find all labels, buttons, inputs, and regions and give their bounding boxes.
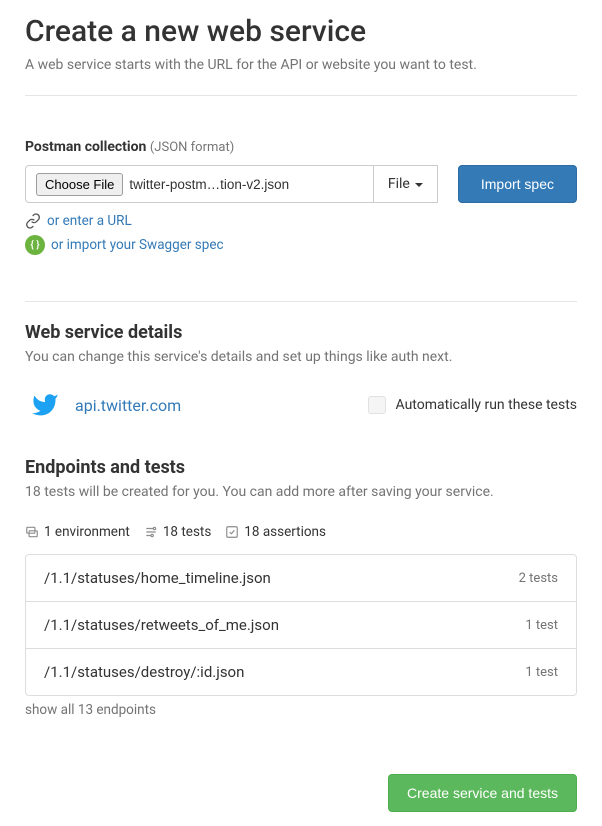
file-dropdown-label: File xyxy=(388,176,410,192)
sliders-icon xyxy=(144,525,158,539)
auto-run-label: Automatically run these tests xyxy=(396,397,577,413)
page-title: Create a new web service xyxy=(25,14,577,49)
stat-assertions: 18 assertions xyxy=(225,524,326,540)
endpoint-row[interactable]: /1.1/statuses/retweets_of_me.json 1 test xyxy=(26,602,576,649)
details-desc: You can change this service's details an… xyxy=(25,349,577,365)
show-all-endpoints-link[interactable]: show all 13 endpoints xyxy=(25,702,577,718)
endpoint-path: /1.1/statuses/retweets_of_me.json xyxy=(44,616,279,634)
endpoints-desc: 18 tests will be created for you. You ca… xyxy=(25,484,577,500)
auto-run-checkbox[interactable] xyxy=(368,396,386,414)
stack-icon xyxy=(25,525,39,539)
endpoint-path: /1.1/statuses/destroy/:id.json xyxy=(44,663,244,681)
file-input[interactable]: Choose File twitter-postm…tion-v2.json xyxy=(25,165,374,203)
import-label-text: Postman collection xyxy=(25,139,146,155)
endpoint-list: /1.1/statuses/home_timeline.json 2 tests… xyxy=(25,554,577,696)
endpoint-path: /1.1/statuses/home_timeline.json xyxy=(44,569,271,587)
import-swagger-link[interactable]: or import your Swagger spec xyxy=(51,237,224,253)
endpoint-row[interactable]: /1.1/statuses/destroy/:id.json 1 test xyxy=(26,649,576,695)
file-type-dropdown[interactable]: File xyxy=(374,165,438,203)
import-spec-button[interactable]: Import spec xyxy=(458,165,577,203)
endpoint-test-count: 1 test xyxy=(525,618,558,633)
details-heading: Web service details xyxy=(25,322,577,343)
endpoint-row[interactable]: /1.1/statuses/home_timeline.json 2 tests xyxy=(26,555,576,602)
endpoint-test-count: 1 test xyxy=(525,665,558,680)
choose-file-button[interactable]: Choose File xyxy=(36,173,123,196)
enter-url-link[interactable]: or enter a URL xyxy=(47,213,132,229)
stat-tests: 18 tests xyxy=(144,524,211,540)
stat-environments: 1 environment xyxy=(25,524,130,540)
service-url-link[interactable]: api.twitter.com xyxy=(75,396,181,415)
stat-assertions-text: 18 assertions xyxy=(244,524,326,540)
swagger-icon: { } xyxy=(25,235,45,255)
endpoint-test-count: 2 tests xyxy=(519,571,558,586)
page-subtitle: A web service starts with the URL for th… xyxy=(25,57,577,73)
import-label: Postman collection (JSON format) xyxy=(25,139,234,155)
divider xyxy=(25,301,577,302)
twitter-icon xyxy=(29,389,61,421)
create-service-button[interactable]: Create service and tests xyxy=(388,774,577,812)
selected-file-name: twitter-postm…tion-v2.json xyxy=(129,177,289,192)
link-icon xyxy=(25,213,41,229)
chevron-down-icon xyxy=(415,183,423,187)
endpoints-heading: Endpoints and tests xyxy=(25,457,577,478)
check-square-icon xyxy=(225,525,239,539)
import-hint: (JSON format) xyxy=(150,140,234,155)
stat-tests-text: 18 tests xyxy=(163,524,211,540)
stat-env-text: 1 environment xyxy=(44,524,130,540)
divider xyxy=(25,95,577,96)
